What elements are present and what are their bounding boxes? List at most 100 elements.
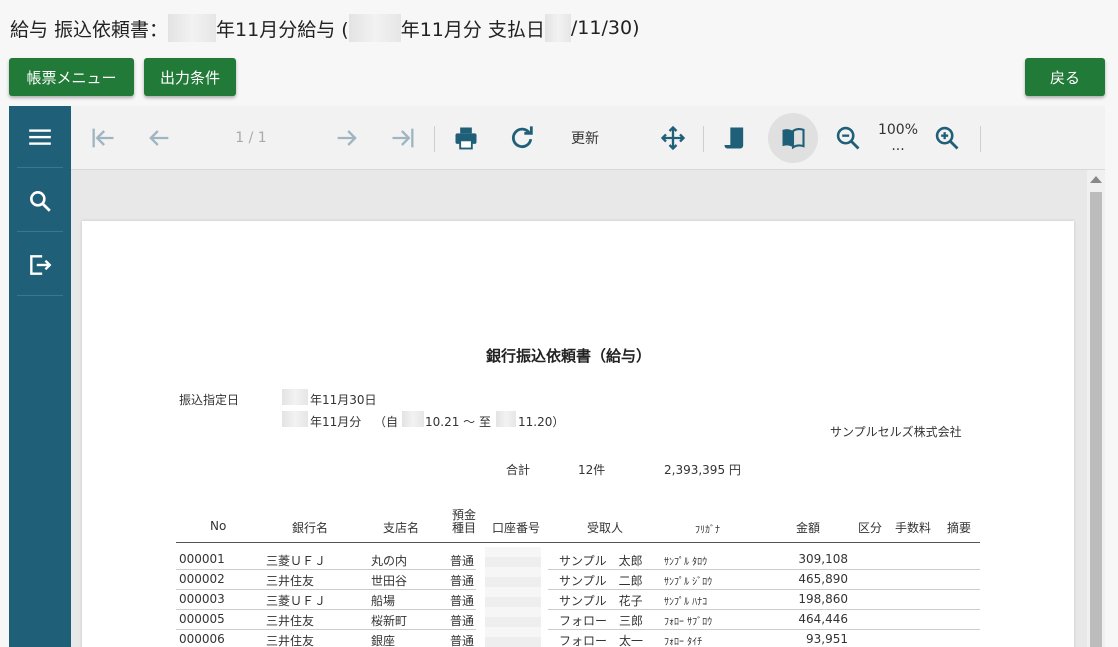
total-amount: 2,393,395 円 [664,463,741,477]
zoom-level[interactable]: 100% ... [876,118,920,158]
row-divider [176,589,476,590]
zoom-in-icon[interactable] [929,118,965,158]
book-view-icon[interactable] [768,113,818,163]
transfer-date: 年11月30日 [310,393,377,407]
period-from: 10.21 ～ 至 [425,415,491,429]
continuous-scroll-icon[interactable] [717,118,753,158]
period-from-label: （自 [374,415,399,429]
cell-amount: 464,446 [798,612,848,626]
cell-kana: ﾌｫﾛｰ ﾀｲﾁ [664,637,703,647]
cell-recipient: フォロー 太一 [559,634,644,647]
cell-recipient: サンプル 花子 [559,594,643,608]
cell-branch: 世田谷 [371,574,408,588]
export-icon[interactable] [17,234,63,296]
cell-bank: 三菱ＵＦＪ [266,594,327,608]
cell-amount: 465,890 [798,572,848,586]
next-page-icon[interactable] [329,118,365,158]
back-button[interactable]: 戻る [1025,58,1105,96]
cell-branch: 銀座 [371,634,396,647]
row-divider [548,609,980,610]
header-rule [176,542,980,543]
cell-no: 000006 [179,632,225,646]
cell-no: 000005 [179,612,225,626]
hamburger-menu-icon[interactable] [17,106,63,168]
move-icon[interactable] [655,118,691,158]
row-divider [176,569,476,570]
print-icon[interactable] [448,118,484,158]
page-indicator: 1 / 1 [235,130,267,146]
title-payday: 年11月分 支払日 [400,18,545,41]
viewer-toolbar: 1 / 1 更新 100% ... [71,106,1105,170]
cell-kana: ｻﾝﾌﾟﾙ ｼﾞﾛｳ [664,577,713,588]
col-fee: 手数料 [895,521,932,535]
cell-type: 普通 [450,574,475,588]
cell-no: 000003 [179,592,225,606]
row-divider [176,629,476,630]
title-prefix: 給与 振込依頼書： [10,18,169,41]
page-title: 給与 振込依頼書： 年11月分給与 ( 年11月分 支払日 /11/30) [10,14,639,42]
cell-branch: 桜新町 [371,614,408,628]
redacted-account-numbers [485,547,541,647]
viewer-sidebar [9,106,71,647]
cell-recipient: サンプル 太郎 [559,554,643,568]
scroll-up-icon[interactable] [1090,176,1102,183]
toolbar-divider [703,126,704,152]
col-deposit-line2: 種目 [452,521,477,535]
col-branch: 支店名 [383,521,420,535]
cell-bank: 三井住友 [266,614,315,628]
col-kana: ﾌﾘｶﾞﾅ [695,525,720,536]
redacted-year [496,411,516,427]
cell-bank: 三井住友 [266,574,315,588]
cell-amount: 198,860 [798,592,848,606]
vertical-scrollbar[interactable] [1087,170,1105,647]
toolbar-divider [434,126,435,152]
cell-no: 000001 [179,552,225,566]
prev-page-icon[interactable] [141,118,177,158]
zoom-value: 100% [877,122,919,138]
zoom-out-icon[interactable] [830,118,866,158]
first-page-icon[interactable] [85,118,121,158]
col-account: 口座番号 [492,521,541,535]
title-month: 年11月分給与 ( [216,18,349,41]
zoom-more: ... [891,138,905,154]
search-icon[interactable] [17,170,63,232]
row-divider [176,609,476,610]
period-to: 11.20） [518,415,565,429]
document-area[interactable]: 銀行振込依頼書（給与） 振込指定日 年11月30日 年11月分 （自 10.21… [71,170,1105,647]
row-divider [548,569,980,570]
output-conditions-button[interactable]: 出力条件 [144,58,236,96]
period-month: 年11月分 [310,415,362,429]
cell-branch: 船場 [371,594,396,608]
cell-type: 普通 [450,614,475,628]
total-count: 12件 [578,463,606,477]
title-date: /11/30) [570,17,640,39]
report-page: 銀行振込依頼書（給与） 振込指定日 年11月30日 年11月分 （自 10.21… [82,221,1074,647]
last-page-icon[interactable] [385,118,421,158]
company-name: サンプルセルズ株式会社 [830,425,962,439]
cell-amount: 93,951 [806,632,848,646]
cell-bank: 三菱ＵＦＪ [266,554,327,568]
col-recipient: 受取人 [587,521,624,535]
report-title: 銀行振込依頼書（給与） [486,347,652,365]
refresh-icon[interactable] [504,118,540,158]
cell-type: 普通 [450,634,475,647]
scroll-thumb[interactable] [1090,192,1102,647]
cell-no: 000002 [179,572,225,586]
report-viewer: 1 / 1 更新 100% ... 銀行振込依頼書（給与） 振込指定日 年11月… [9,106,1105,647]
cell-kana: ｻﾝﾌﾟﾙ ﾊﾅｺ [664,597,708,608]
cell-bank: 三井住友 [266,634,315,647]
total-label: 合計 [506,463,531,477]
redacted-year [544,14,571,42]
col-no: No [210,519,227,533]
row-divider [548,589,980,590]
report-menu-button[interactable]: 帳票メニュー [9,58,134,96]
cell-amount: 309,108 [798,552,848,566]
cell-recipient: サンプル 二郎 [559,574,643,588]
col-deposit-type: 預金 種目 [452,509,476,535]
cell-recipient: フォロー 三郎 [559,614,644,628]
cell-kana: ﾌｫﾛｰ ｻﾌﾞﾛｳ [664,617,713,628]
redacted-year [168,14,217,42]
row-divider [548,629,980,630]
refresh-button[interactable]: 更新 [561,118,609,158]
col-amount: 金額 [796,521,821,535]
